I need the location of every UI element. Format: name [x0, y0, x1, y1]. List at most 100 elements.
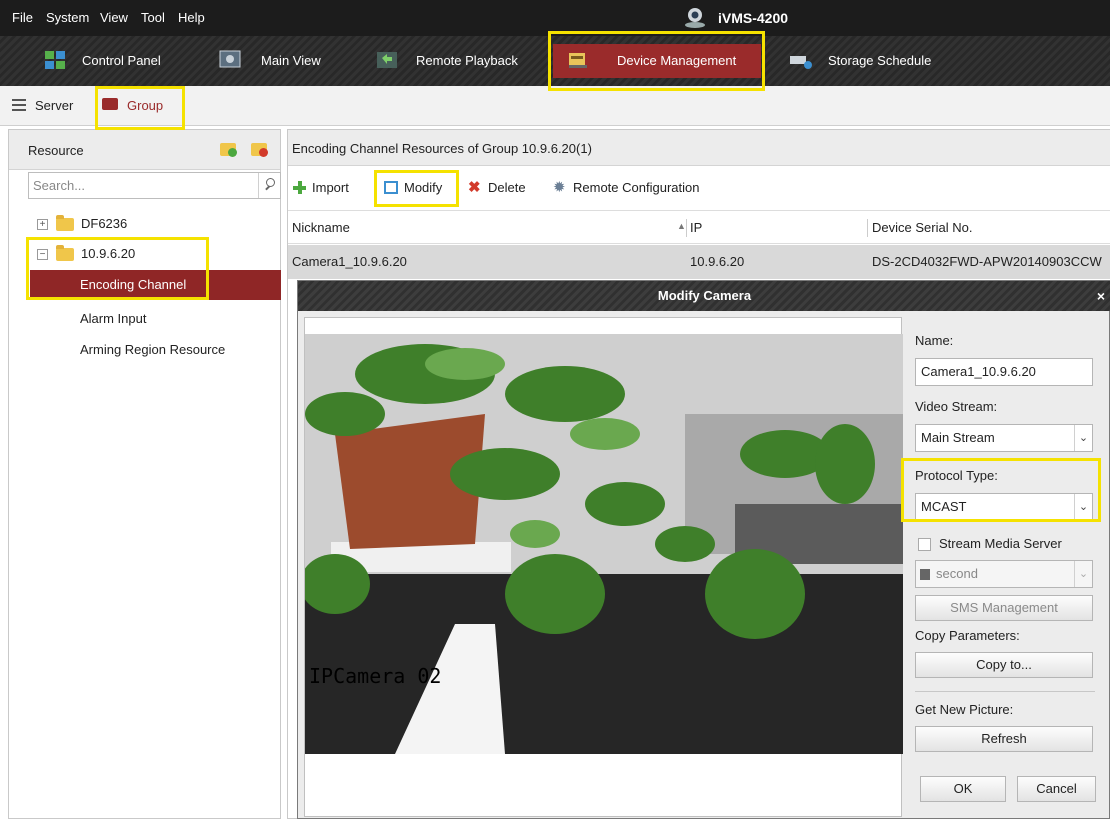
protocol-type-select[interactable]: MCAST ⌄ — [915, 493, 1093, 521]
add-group-icon[interactable] — [220, 143, 237, 157]
menu-help[interactable]: Help — [178, 10, 205, 25]
tab-remote-playback[interactable]: Remote Playback — [376, 44, 546, 78]
sort-up-icon[interactable]: ▲ — [677, 221, 686, 231]
toolbar: Import Modify ✖ Delete ✹ Remote Configur… — [288, 167, 1110, 208]
chevron-down-icon[interactable]: ⌄ — [1074, 561, 1092, 587]
menu-file[interactable]: File — [12, 10, 33, 25]
tab-control-panel[interactable]: Control Panel — [44, 44, 204, 78]
control-panel-icon — [45, 51, 65, 69]
delete-group-icon[interactable] — [251, 143, 268, 157]
folder-icon — [56, 245, 74, 261]
refresh-button[interactable]: Refresh — [915, 726, 1093, 752]
tab-server[interactable]: Server — [35, 98, 73, 113]
search-icon[interactable] — [258, 173, 281, 198]
search-input[interactable]: Search... — [28, 172, 281, 199]
cancel-button[interactable]: Cancel — [1017, 776, 1096, 802]
plant-scene — [305, 334, 903, 754]
name-value: Camera1_10.9.6.20 — [921, 364, 1036, 379]
preview-frame: IPCamera 02 — [304, 317, 903, 817]
tab-device-management[interactable]: Device Management — [553, 44, 761, 78]
close-icon[interactable]: × — [1097, 281, 1105, 311]
osd-camera-label: IPCamera 02 — [309, 664, 442, 688]
sms-management-button[interactable]: SMS Management — [915, 595, 1093, 621]
column-nickname[interactable]: Nickname — [292, 220, 350, 235]
plus-icon — [293, 181, 306, 194]
tree-item-encoding-channel[interactable]: Encoding Channel — [30, 270, 281, 300]
menu-system[interactable]: System — [46, 10, 89, 25]
collapse-icon[interactable]: − — [37, 249, 48, 260]
app-title: iVMS-4200 — [718, 10, 789, 26]
tree-label: Arming Region Resource — [80, 342, 226, 357]
tab-label: Control Panel — [82, 53, 161, 68]
device-management-icon — [569, 53, 587, 68]
menu-tool[interactable]: Tool — [141, 10, 165, 25]
resource-panel: Resource Search... + DF6236 − 10.9.6.20 … — [8, 129, 281, 819]
main-view-icon — [219, 50, 241, 68]
tree-item-arming-region[interactable]: Arming Region Resource — [80, 337, 280, 363]
tree-item-alarm-input[interactable]: Alarm Input — [80, 306, 280, 332]
sms-value: second — [936, 566, 978, 581]
delete-icon: ✖ — [468, 179, 481, 196]
column-ip[interactable]: IP — [690, 220, 702, 235]
panel-header: Encoding Channel Resources of Group 10.9… — [288, 130, 1110, 166]
name-label: Name: — [915, 333, 954, 348]
gear-icon: ✹ — [553, 179, 566, 196]
remote-config-label: Remote Configuration — [573, 180, 700, 195]
playback-icon — [377, 52, 397, 68]
protocol-type-label: Protocol Type: — [915, 468, 998, 483]
edit-icon — [384, 181, 398, 194]
delete-label: Delete — [488, 180, 526, 195]
tab-label: Device Management — [617, 53, 737, 68]
table-row[interactable]: Camera1_10.9.6.20 10.9.6.20 DS-2CD4032FW… — [288, 245, 1110, 279]
title-bar: File System View Tool Help iVMS-4200 — [0, 0, 1110, 36]
camera-logo-icon — [685, 8, 705, 28]
dialog-title: Modify Camera — [657, 288, 752, 303]
tree-label: DF6236 — [81, 216, 128, 231]
menu-view[interactable]: View — [100, 10, 128, 25]
camera-preview-image: IPCamera 02 — [305, 334, 903, 754]
chevron-down-icon[interactable]: ⌄ — [1074, 425, 1092, 451]
chevron-down-icon[interactable]: ⌄ — [1074, 494, 1092, 520]
dialog-title-bar: Modify Camera × — [298, 281, 1110, 311]
folder-icon — [56, 215, 74, 231]
tree-label: Alarm Input — [80, 311, 147, 326]
resource-title: Resource — [28, 143, 84, 158]
tab-group[interactable]: Group — [127, 98, 163, 113]
video-stream-select[interactable]: Main Stream ⌄ — [915, 424, 1093, 452]
copy-parameters-label: Copy Parameters: — [915, 628, 1020, 643]
search-placeholder: Search... — [33, 178, 86, 193]
expand-icon[interactable]: + — [37, 219, 48, 230]
stream-media-server-checkbox[interactable] — [918, 538, 931, 551]
tab-storage-schedule[interactable]: Storage Schedule — [790, 44, 960, 78]
tab-main-view[interactable]: Main View — [219, 44, 359, 78]
video-stream-value: Main Stream — [921, 430, 995, 445]
panel-title: Encoding Channel Resources of Group 10.9… — [292, 141, 592, 156]
storage-schedule-icon — [790, 56, 812, 69]
sub-tab-bar: Server Group — [0, 86, 1110, 126]
group-icon — [102, 98, 118, 110]
import-label: Import — [312, 180, 349, 195]
tree-label: 10.9.6.20 — [81, 246, 136, 261]
protocol-type-value: MCAST — [921, 499, 967, 514]
tree-group-10-9-6-20[interactable]: − 10.9.6.20 — [34, 241, 274, 267]
tab-label: Remote Playback — [416, 53, 518, 68]
stream-media-server-select[interactable]: second ⌄ — [915, 560, 1093, 588]
name-field[interactable]: Camera1_10.9.6.20 — [915, 358, 1093, 386]
cell-serial: DS-2CD4032FWD-APW20140903CCW — [872, 254, 1102, 269]
divider — [915, 691, 1095, 692]
cell-ip: 10.9.6.20 — [690, 254, 745, 269]
tab-label: Storage Schedule — [828, 53, 932, 68]
tree-label: Encoding Channel — [80, 277, 187, 292]
get-new-picture-label: Get New Picture: — [915, 702, 1014, 717]
table-header: Nickname ▲ IP Device Serial No. — [288, 210, 1110, 244]
copy-to-button[interactable]: Copy to... — [915, 652, 1093, 678]
stream-media-server-label: Stream Media Server — [939, 536, 1062, 551]
modify-camera-dialog: Modify Camera × IPCamera 02 Name: Camera… — [297, 280, 1110, 819]
ok-button[interactable]: OK — [920, 776, 1006, 802]
modify-label: Modify — [404, 180, 443, 195]
column-serial[interactable]: Device Serial No. — [872, 220, 972, 235]
resource-header: Resource — [9, 130, 280, 170]
tab-label: Main View — [261, 53, 321, 68]
tree-group-df6236[interactable]: + DF6236 — [34, 211, 274, 237]
video-stream-label: Video Stream: — [915, 399, 998, 414]
